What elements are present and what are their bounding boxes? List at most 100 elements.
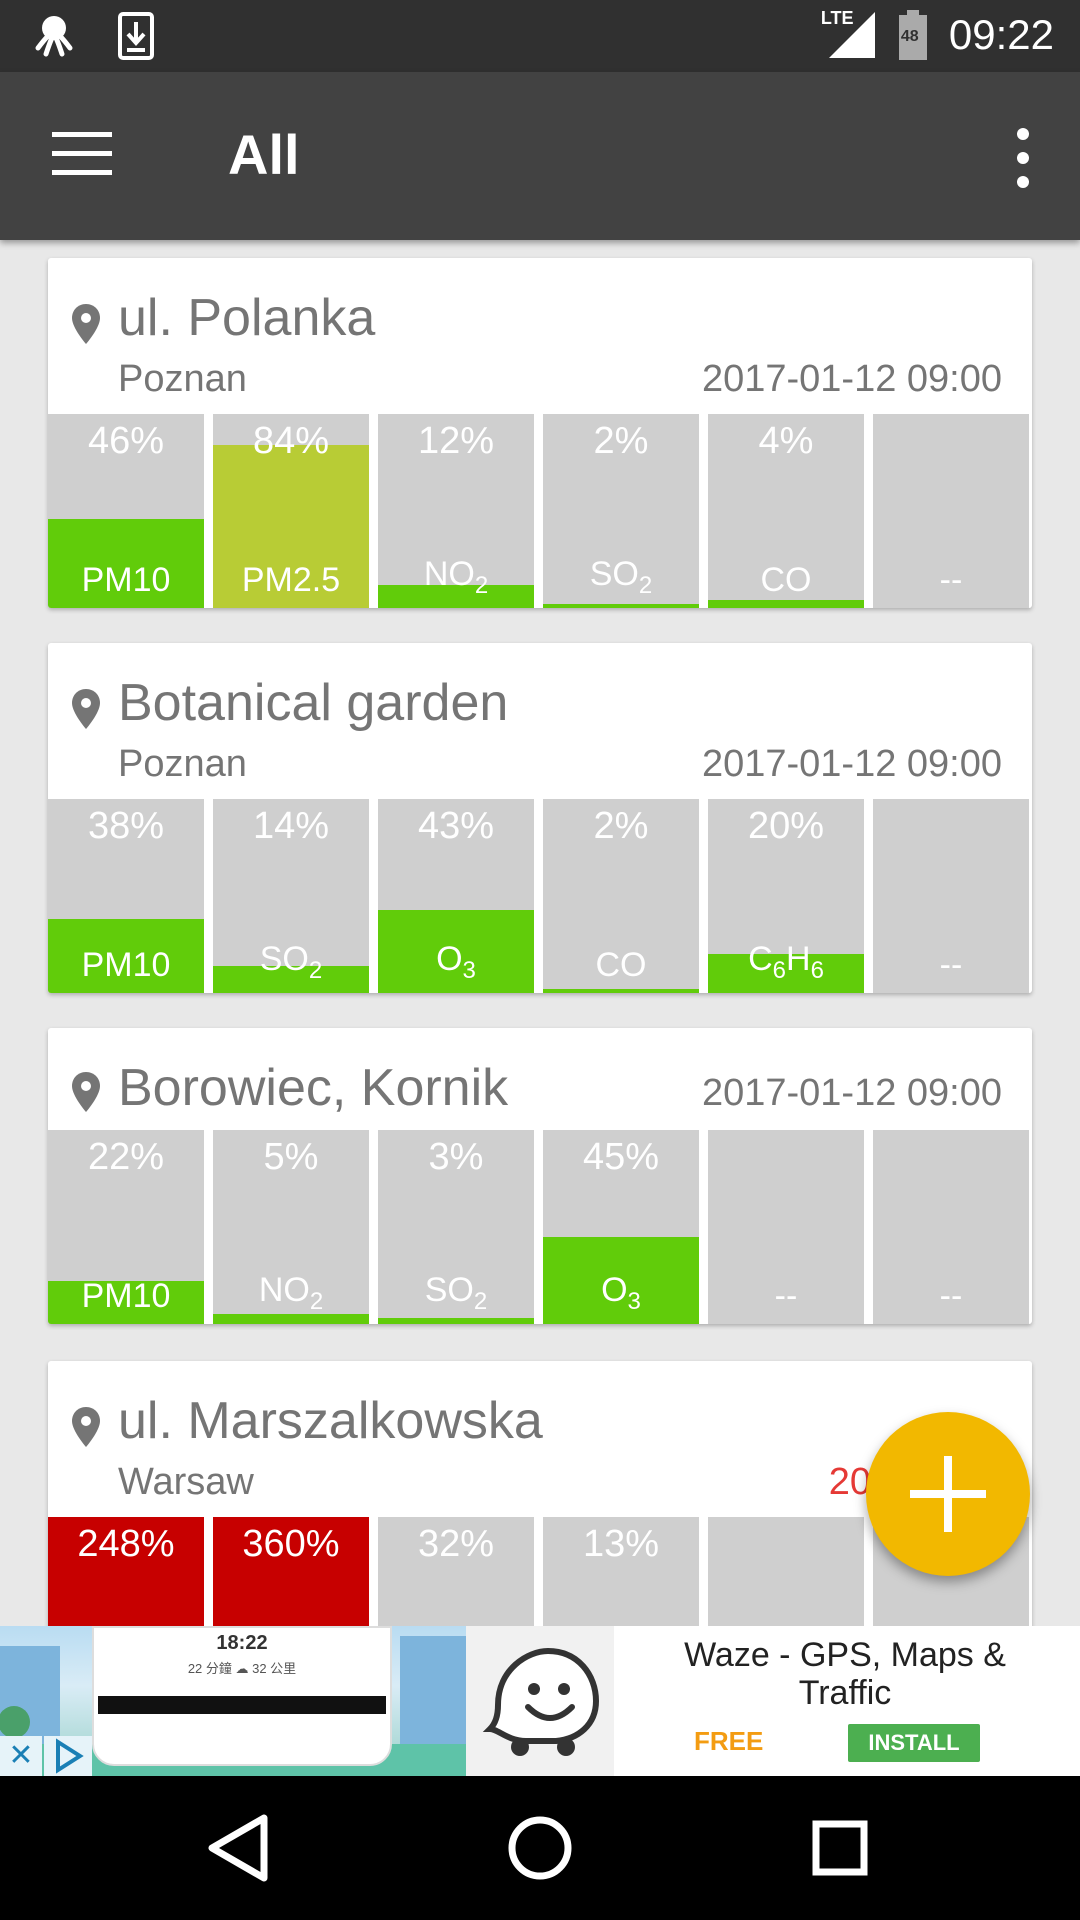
ad-title[interactable]: Waze - GPS, Maps & Traffic <box>650 1636 1040 1712</box>
ad-choices-icon[interactable] <box>44 1736 92 1776</box>
pollutant-percent: 43% <box>417 805 495 847</box>
pollutant-symbol: NO <box>258 1271 310 1309</box>
pollutant-symbol: PM10 <box>81 946 171 984</box>
pollutant-symbol: PM10 <box>81 561 171 599</box>
pollutant-percent: 4% <box>758 420 814 462</box>
octopus-icon <box>35 16 73 57</box>
pollutant-bar[interactable]: -- <box>708 1130 864 1324</box>
pollutant-symbol: O <box>436 940 463 978</box>
pollutant-symbol: SO <box>589 555 639 593</box>
pollutant-percent: 38% <box>87 805 165 847</box>
more-options-icon[interactable] <box>1008 128 1038 188</box>
location-pin-icon <box>72 689 100 729</box>
pollutant-percent: 2% <box>593 805 649 847</box>
pollutant-bars: 22% PM10 5% NO2 3% SO2 45% O3 -- -- <box>48 1130 1032 1324</box>
pollutant-percent: 32% <box>417 1523 495 1565</box>
pollutant-name: C6H6 <box>748 940 824 984</box>
pollutant-subscript: 2 <box>309 1288 324 1315</box>
pollutant-bar[interactable]: 38% PM10 <box>48 799 204 993</box>
pollutant-symbol: CO <box>760 561 812 599</box>
page-title: All <box>228 123 300 186</box>
pollutant-bar[interactable]: 360% <box>213 1517 369 1626</box>
pollutant-symbol: -- <box>939 1277 963 1315</box>
pollutant-name: PM10 <box>48 561 204 600</box>
pollutant-bar[interactable]: 46% PM10 <box>48 414 204 608</box>
pollutant-symbol: SO <box>259 940 309 978</box>
pollutant-level-fill <box>543 989 699 993</box>
pollutant-name: O3 <box>378 940 534 985</box>
pollutant-percent: 5% <box>263 1136 319 1178</box>
home-icon[interactable] <box>498 1806 582 1890</box>
pollutant-percent: 20% <box>747 805 825 847</box>
pollutant-bar[interactable] <box>708 1517 864 1626</box>
pollutant-bars: 38% PM10 14% SO2 43% O3 2% CO 20% C6H6 -- <box>48 799 1032 993</box>
pollutant-bar[interactable]: 20% C6H6 <box>708 799 864 993</box>
location-pin-icon <box>72 1072 100 1112</box>
pollutant-subscript: 3 <box>627 1288 641 1315</box>
pollutant-name: -- <box>873 1277 1029 1316</box>
pollutant-bar[interactable]: 14% SO2 <box>213 799 369 993</box>
navigation-bar <box>0 1776 1080 1920</box>
pollutant-name: PM2.5 <box>213 561 369 600</box>
station-card[interactable]: Borowiec, Kornik 2017-01-12 09:00 22% PM10 5… <box>48 1028 1032 1324</box>
battery-icon: 48 <box>898 10 927 60</box>
station-card-header: ul. Polanka Poznan 2017-01-12 09:00 <box>48 258 1032 414</box>
pollutant-symbol: -- <box>774 1277 798 1315</box>
station-city: Poznan <box>118 358 247 400</box>
add-station-button[interactable] <box>866 1412 1030 1576</box>
pollutant-bar[interactable]: 13% <box>543 1517 699 1626</box>
pollutant-bar[interactable]: 4% CO <box>708 414 864 608</box>
pollutant-percent: 360% <box>242 1523 340 1565</box>
pollutant-percent: 22% <box>87 1136 165 1178</box>
pollutant-percent: 2% <box>593 420 649 462</box>
pollutant-bar[interactable]: 22% PM10 <box>48 1130 204 1324</box>
station-card[interactable]: ul. Polanka Poznan 2017-01-12 09:00 46% PM10… <box>48 258 1032 608</box>
pollutant-bar[interactable]: 5% NO2 <box>213 1130 369 1324</box>
pollutant-subscript: 3 <box>462 957 476 984</box>
ad-price: FREE <box>694 1726 764 1756</box>
pollutant-bar[interactable]: 32% <box>378 1517 534 1626</box>
pollutant-percent: 3% <box>428 1136 484 1178</box>
pollutant-symbol: O <box>601 1271 628 1309</box>
station-name: ul. Marszalkowska <box>118 1392 543 1450</box>
pollutant-bar[interactable]: 2% SO2 <box>543 414 699 608</box>
pollutant-symbol: PM10 <box>81 1277 171 1315</box>
pollutant-percent: 13% <box>582 1523 660 1565</box>
pollutant-symbol: -- <box>939 946 963 984</box>
pollutant-level-fill <box>708 600 864 608</box>
ad-banner[interactable]: 18:22 22 分鐘 ☁ 32 公里 ✕ Waze - GPS, Maps &… <box>0 1626 1080 1776</box>
station-card-header: Botanical garden Poznan 2017-01-12 09:00 <box>48 643 1032 799</box>
pollutant-bar[interactable]: 84% PM2.5 <box>213 414 369 608</box>
ad-install-button[interactable]: INSTALL <box>848 1724 980 1762</box>
pollutant-percent: 248% <box>77 1523 175 1565</box>
pollutant-bar[interactable]: 2% CO <box>543 799 699 993</box>
pollutant-bar[interactable]: 248% <box>48 1517 204 1626</box>
waze-logo-icon[interactable] <box>466 1626 614 1776</box>
pollutant-bar[interactable]: -- <box>873 799 1029 993</box>
pollutant-bar[interactable]: 45% O3 <box>543 1130 699 1324</box>
ad-close-button[interactable]: ✕ <box>0 1736 42 1776</box>
station-name: Borowiec, Kornik <box>118 1059 509 1117</box>
pollutant-name: SO2 <box>378 1271 534 1316</box>
pollutant-bar[interactable]: -- <box>873 1130 1029 1324</box>
back-icon[interactable] <box>198 1806 282 1890</box>
pollutant-symbol: -- <box>939 561 963 599</box>
ad-phone-mockup: 18:22 22 分鐘 ☁ 32 公里 <box>92 1626 392 1766</box>
pollutant-bar[interactable]: 12% NO2 <box>378 414 534 608</box>
pollutant-symbol: NO <box>423 555 475 593</box>
recents-icon[interactable] <box>798 1806 882 1890</box>
pollutant-name: NO2 <box>378 555 534 600</box>
pollutant-bar[interactable]: 3% SO2 <box>378 1130 534 1324</box>
pollutant-level-fill <box>543 604 699 608</box>
pollutant-bar[interactable]: 43% O3 <box>378 799 534 993</box>
pollutant-bar[interactable]: -- <box>873 414 1029 608</box>
pollutant-bars: 46% PM10 84% PM2.5 12% NO2 2% SO 2 4% CO -- <box>48 414 1032 608</box>
pollutant-subscript: 2 <box>474 572 489 599</box>
station-name: ul. Polanka <box>118 289 376 347</box>
menu-icon[interactable] <box>52 132 112 176</box>
pollutant-symbol: SO <box>424 1271 474 1309</box>
station-card[interactable]: Botanical garden Poznan 2017-01-12 09:00 38… <box>48 643 1032 993</box>
pollutant-percent: 12% <box>417 420 495 462</box>
status-bar: LTE 48 09:22 <box>0 0 1080 72</box>
pollutant-subscript: 2 <box>308 957 323 984</box>
